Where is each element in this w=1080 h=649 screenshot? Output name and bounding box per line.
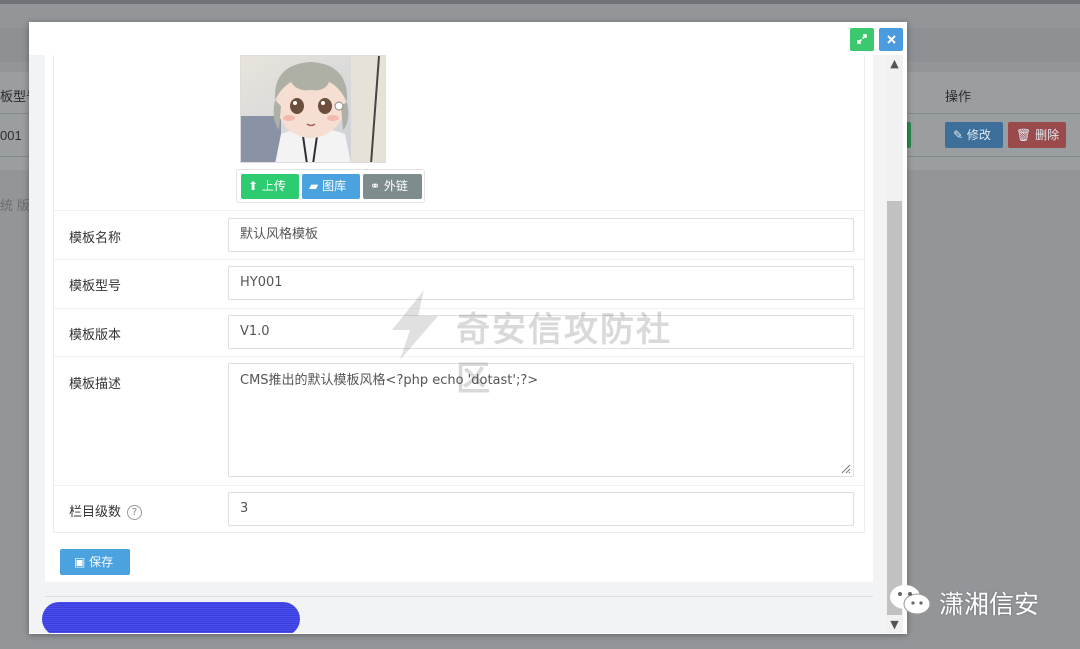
row-divider <box>54 210 864 211</box>
delete-label: 删除 <box>1035 128 1060 142</box>
row-divider <box>54 259 864 260</box>
template-edit-modal: ⬆ 上传 ▰ 图库 ⚭ 外链 模板名称 默认风格模板 模板型号 HY001 模板… <box>29 22 907 634</box>
version-input[interactable]: V1.0 <box>228 315 854 349</box>
delete-button[interactable]: 🗑 删除 <box>1008 122 1066 148</box>
background-side-text: 统 版 <box>0 198 30 213</box>
model-label: 模板型号 <box>69 279 122 294</box>
corner-watermark-text: 潇湘信安 <box>939 590 1040 619</box>
library-button[interactable]: ▰ 图库 <box>302 174 360 199</box>
template-preview-image <box>240 55 386 163</box>
upload-label: 上传 <box>261 179 286 193</box>
folder-icon: ▰ <box>309 179 319 193</box>
scroll-up-arrow-icon[interactable]: ▲ <box>886 55 903 72</box>
background-topbar <box>0 0 1080 4</box>
levels-label: 栏目级数? <box>69 501 143 520</box>
save-icon: ▣ <box>74 555 86 569</box>
row-divider <box>54 485 864 486</box>
column-header-actions: 操作 <box>945 89 972 104</box>
upload-button-group: ⬆ 上传 ▰ 图库 ⚭ 外链 <box>236 169 425 203</box>
footer-divider <box>45 596 873 597</box>
form-box: ⬆ 上传 ▰ 图库 ⚭ 外链 模板名称 默认风格模板 模板型号 HY001 模板… <box>53 55 865 533</box>
row-divider <box>54 308 864 309</box>
description-label: 模板描述 <box>69 377 122 392</box>
description-value: CMS推出的默认模板风格<?php echo 'dotast';?> <box>240 373 539 388</box>
link-icon: ⚭ <box>370 179 381 193</box>
upload-icon: ⬆ <box>248 179 259 193</box>
external-link-label: 外链 <box>383 179 408 193</box>
corner-watermark: 潇湘信安 <box>888 582 1068 622</box>
library-label: 图库 <box>322 179 347 193</box>
redaction-scribble <box>42 602 300 633</box>
cell-model: 001 <box>0 128 22 143</box>
upload-button[interactable]: ⬆ 上传 <box>241 174 299 199</box>
description-textarea[interactable]: CMS推出的默认模板风格<?php echo 'dotast';?> <box>228 363 854 477</box>
save-button[interactable]: ▣ 保存 <box>60 549 130 575</box>
name-label: 模板名称 <box>69 231 122 246</box>
expand-icon <box>857 34 867 44</box>
form-panel: ⬆ 上传 ▰ 图库 ⚭ 外链 模板名称 默认风格模板 模板型号 HY001 模板… <box>45 55 873 582</box>
maximize-button[interactable] <box>850 28 874 51</box>
close-icon <box>886 35 896 44</box>
close-button[interactable] <box>879 28 903 51</box>
wechat-icon <box>890 585 931 615</box>
scroll-thumb[interactable] <box>887 201 902 615</box>
model-input[interactable]: HY001 <box>228 266 854 300</box>
resize-handle-icon[interactable] <box>839 462 851 474</box>
save-label: 保存 <box>89 555 114 569</box>
levels-label-text: 栏目级数 <box>69 505 122 520</box>
help-icon[interactable]: ? <box>127 505 143 520</box>
edit-button[interactable]: ✎ 修改 <box>945 122 1003 148</box>
levels-input[interactable]: 3 <box>228 492 854 526</box>
external-link-button[interactable]: ⚭ 外链 <box>363 174 422 199</box>
edit-label: 修改 <box>966 128 991 142</box>
modal-body[interactable]: ⬆ 上传 ▰ 图库 ⚭ 外链 模板名称 默认风格模板 模板型号 HY001 模板… <box>29 55 903 633</box>
row-divider <box>54 356 864 357</box>
name-input[interactable]: 默认风格模板 <box>228 218 854 252</box>
vertical-scrollbar[interactable]: ▲ ▼ <box>886 55 903 633</box>
version-label: 模板版本 <box>69 328 122 343</box>
